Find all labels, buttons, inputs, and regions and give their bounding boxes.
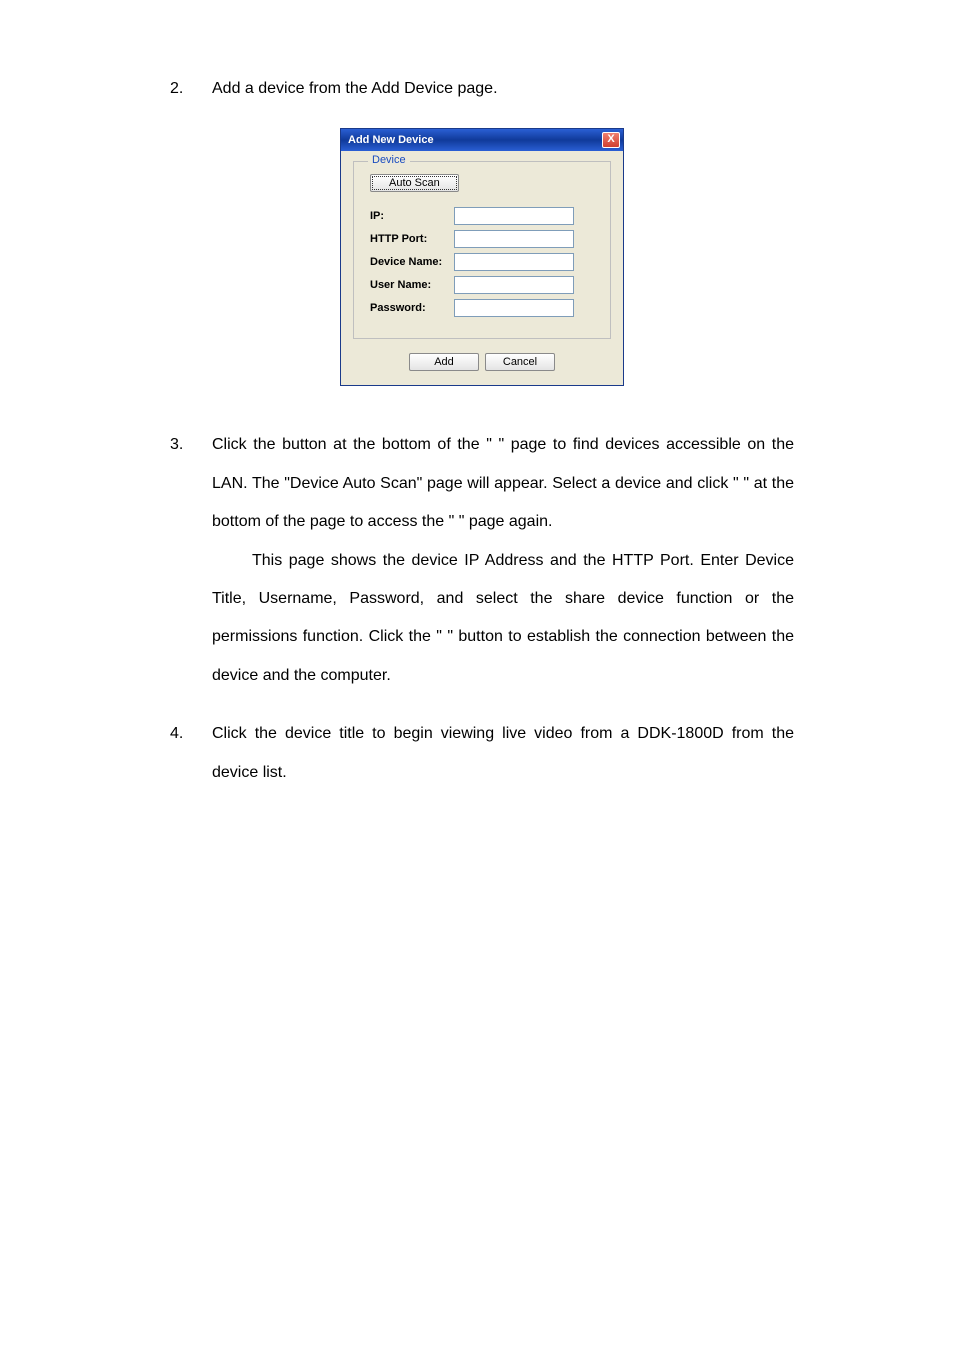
label-device-name: Device Name: (364, 256, 454, 268)
label-ip: IP: (364, 210, 454, 222)
list-text: Add a device from the Add Device page. (212, 70, 794, 108)
fieldset-legend: Device (368, 154, 410, 166)
list-item-3: 3. Click the button at the bottom of the… (170, 426, 794, 695)
ip-field[interactable] (454, 207, 574, 225)
row-device-name: Device Name: (364, 253, 600, 271)
dialog-titlebar: Add New Device X (341, 129, 623, 151)
label-password: Password: (364, 302, 454, 314)
list-number: 2. (170, 75, 212, 104)
label-user-name: User Name: (364, 279, 454, 291)
close-icon[interactable]: X (602, 132, 620, 148)
dialog-actions: Add Cancel (353, 353, 611, 371)
row-user-name: User Name: (364, 276, 600, 294)
dialog-title: Add New Device (348, 134, 434, 146)
row-http-port: HTTP Port: (364, 230, 600, 248)
auto-scan-button[interactable]: Auto Scan (370, 174, 459, 192)
list-number: 4. (170, 720, 212, 749)
http-port-field[interactable] (454, 230, 574, 248)
label-http-port: HTTP Port: (364, 233, 454, 245)
cancel-button[interactable]: Cancel (485, 353, 555, 371)
add-button[interactable]: Add (409, 353, 479, 371)
dialog-body: Device Auto Scan IP: HTTP Port: Device N… (341, 151, 623, 385)
list-item-4: 4. Click the device title to begin viewi… (170, 715, 794, 792)
row-ip: IP: (364, 207, 600, 225)
list-number: 3. (170, 431, 212, 460)
row-password: Password: (364, 299, 600, 317)
dialog-screenshot: Add New Device X Device Auto Scan IP: HT… (170, 128, 794, 386)
device-name-field[interactable] (454, 253, 574, 271)
user-name-field[interactable] (454, 276, 574, 294)
add-new-device-dialog: Add New Device X Device Auto Scan IP: HT… (340, 128, 624, 386)
list-text: Click the button at the bottom of the " … (212, 426, 794, 695)
list-item-2: 2. Add a device from the Add Device page… (170, 70, 794, 108)
device-fieldset: Device Auto Scan IP: HTTP Port: Device N… (353, 161, 611, 339)
list-text: Click the device title to begin viewing … (212, 715, 794, 792)
password-field[interactable] (454, 299, 574, 317)
